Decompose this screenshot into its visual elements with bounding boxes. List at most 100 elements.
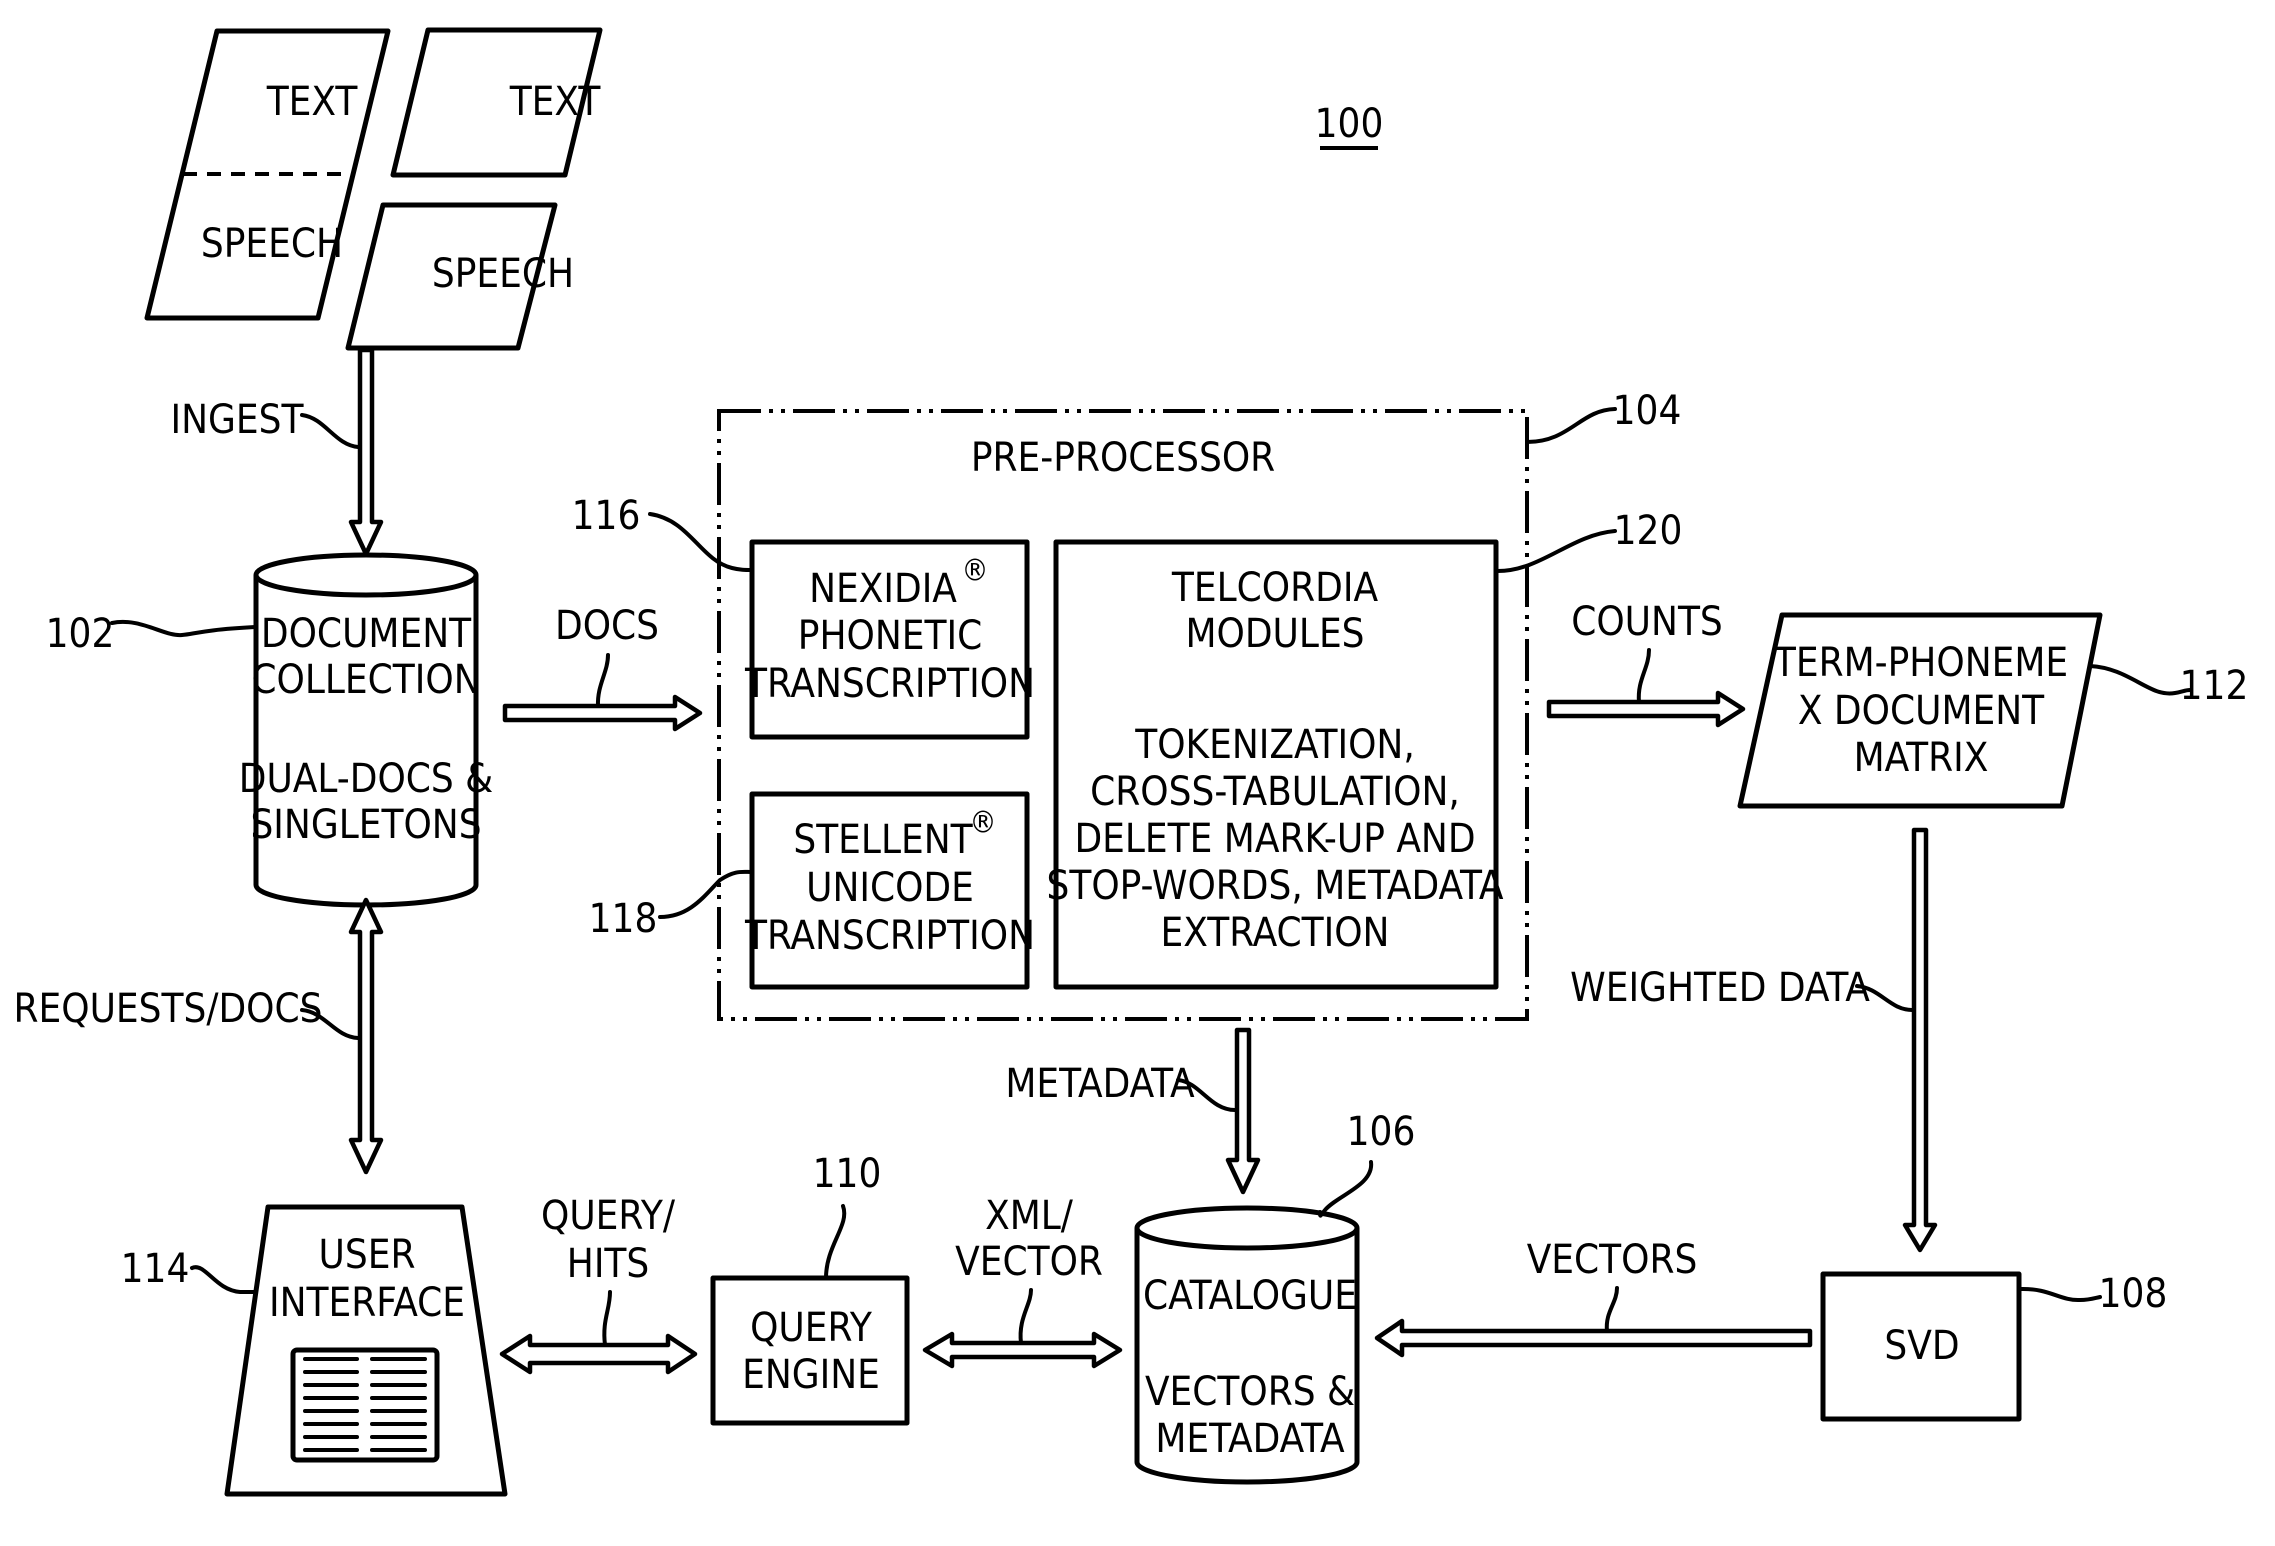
nexidia-ref: 116 [572,493,641,539]
dual-document: TEXT SPEECH [144,28,391,321]
svd-label: SVD [1884,1323,1959,1369]
catalogue: CATALOGUE VECTORS & METADATA 106 [1134,1109,1415,1485]
nexidia-line-3: TRANSCRIPTION [744,661,1035,707]
docs-arrow: DOCS [502,603,703,732]
pre-processor-ref: 104 [1613,388,1682,434]
speech-document-label: SPEECH [432,251,574,297]
weighted-data-arrow-shape [1902,827,1938,1253]
docs-arrow-shape [502,694,703,732]
telcordia-line-7: STOP-WORDS, METADATA [1047,863,1504,909]
ingest-leader [300,413,360,449]
counts-arrow: COUNTS [1546,599,1746,728]
document-collection-line-1: DOCUMENT [261,611,472,657]
query-engine-line-1: QUERY [750,1305,873,1351]
nexidia-line-2: PHONETIC [798,613,982,659]
query-hits-arrow-shape [499,1333,698,1375]
term-phoneme-matrix-line-3: MATRIX [1854,735,1989,781]
catalogue-leader [1318,1160,1374,1218]
telcordia-ref: 120 [1614,508,1683,554]
vectors-arrow-shape [1374,1318,1813,1358]
counts-label: COUNTS [1571,599,1723,645]
term-phoneme-matrix-ref: 112 [2180,663,2249,709]
stellent-line-3: TRANSCRIPTION [744,913,1035,959]
counts-leader [1636,648,1651,704]
text-document-label: TEXT [509,79,602,125]
query-engine-line-2: ENGINE [742,1352,880,1398]
query-hits-arrow: QUERY/ HITS [499,1193,698,1375]
telcordia-line-2: MODULES [1185,611,1364,657]
user-interface: USER INTERFACE 114 [121,1204,508,1497]
counts-arrow-shape [1546,690,1746,728]
document-collection-leader [110,619,258,638]
document-collection-top [253,552,479,598]
nexidia-leader [648,512,754,572]
document-collection: DOCUMENT COLLECTION DUAL-DOCS & SINGLETO… [46,552,494,908]
telcordia-line-4: TOKENIZATION, [1134,722,1415,768]
catalogue-line-1: CATALOGUE [1143,1273,1357,1319]
term-phoneme-matrix-line-1: TERM-PHONEME [1773,640,2068,686]
telcordia-line-8: EXTRACTION [1161,910,1390,956]
screen-frame [290,1347,440,1463]
text-document: TEXT [390,27,603,178]
telcordia-leader [1494,529,1617,574]
query-hits-label-line-2: HITS [567,1241,650,1287]
term-phoneme-matrix-leader [2088,664,2192,696]
catalogue-line-4: METADATA [1155,1416,1345,1462]
stellent-trademark: ® [970,806,997,841]
telcordia-modules: TELCORDIA MODULES TOKENIZATION, CROSS-TA… [1047,508,1683,990]
user-interface-ref: 114 [121,1246,190,1292]
document-collection-line-5: SINGLETONS [250,802,481,848]
vectors-leader [1604,1286,1619,1333]
stellent-leader [658,869,754,919]
figure-ref: 100 [1315,101,1384,150]
requests-docs-label: REQUESTS/DOCS [14,986,323,1032]
svd: SVD 108 [1820,1271,2168,1422]
figure-ref-number: 100 [1315,101,1384,147]
query-engine-ref: 110 [813,1151,882,1197]
document-collection-line-4: DUAL-DOCS & [239,756,494,802]
query-hits-leader [602,1290,612,1347]
stellent-line-2: UNICODE [806,865,974,911]
vectors-arrow: VECTORS [1374,1237,1813,1358]
xml-vector-arrow: XML/ VECTOR [922,1193,1123,1369]
weighted-data-label: WEIGHTED DATA [1570,965,1870,1011]
pre-processor-leader [1525,407,1617,444]
metadata-arrow: METADATA [1005,1027,1261,1195]
user-interface-line-1: USER [319,1232,416,1278]
vectors-label: VECTORS [1527,1237,1698,1283]
document-collection-line-2: COLLECTION [251,657,480,703]
stellent-line-1: STELLENT [793,817,973,863]
stellent-ref: 118 [589,896,658,942]
user-interface-leader [190,1265,257,1294]
svd-ref: 108 [2099,1271,2168,1317]
xml-vector-label-line-2: VECTOR [955,1239,1103,1285]
weighted-data-arrow: WEIGHTED DATA [1570,827,1938,1253]
requests-docs-arrow: REQUESTS/DOCS [14,897,384,1175]
term-phoneme-matrix: TERM-PHONEME X DOCUMENT MATRIX 112 [1737,612,2249,809]
telcordia-line-5: CROSS-TABULATION, [1090,769,1460,815]
dual-document-text-label: TEXT [266,79,359,125]
system-block-diagram: 100 TEXT SPEECH TEXT SPEECH INGEST DOCUM… [14,27,2249,1497]
ingest-arrow-shape [348,347,384,557]
nexidia-trademark: ® [962,554,989,589]
ingest-label: INGEST [171,397,305,443]
docs-label: DOCS [555,603,659,649]
metadata-label: METADATA [1005,1061,1195,1107]
ingest-arrow: INGEST [171,347,384,557]
query-engine: QUERY ENGINE 110 [710,1151,910,1426]
svd-leader [2018,1286,2102,1303]
docs-leader [595,653,610,708]
dual-document-speech-label: SPEECH [201,221,343,267]
speech-document: SPEECH [345,202,574,351]
xml-vector-label-line-1: XML/ [985,1193,1074,1239]
stellent-module: STELLENT ® UNICODE TRANSCRIPTION 118 [589,791,1035,990]
catalogue-line-3: VECTORS & [1145,1369,1355,1415]
user-interface-line-2: INTERFACE [269,1280,465,1326]
query-hits-label-line-1: QUERY/ [541,1193,676,1239]
xml-vector-leader [1018,1288,1033,1345]
document-collection-ref: 102 [46,611,115,657]
pre-processor-title: PRE-PROCESSOR [971,435,1275,481]
screen-icon [290,1347,440,1463]
nexidia-line-1: NEXIDIA [809,566,957,612]
telcordia-line-1: TELCORDIA [1171,565,1379,611]
